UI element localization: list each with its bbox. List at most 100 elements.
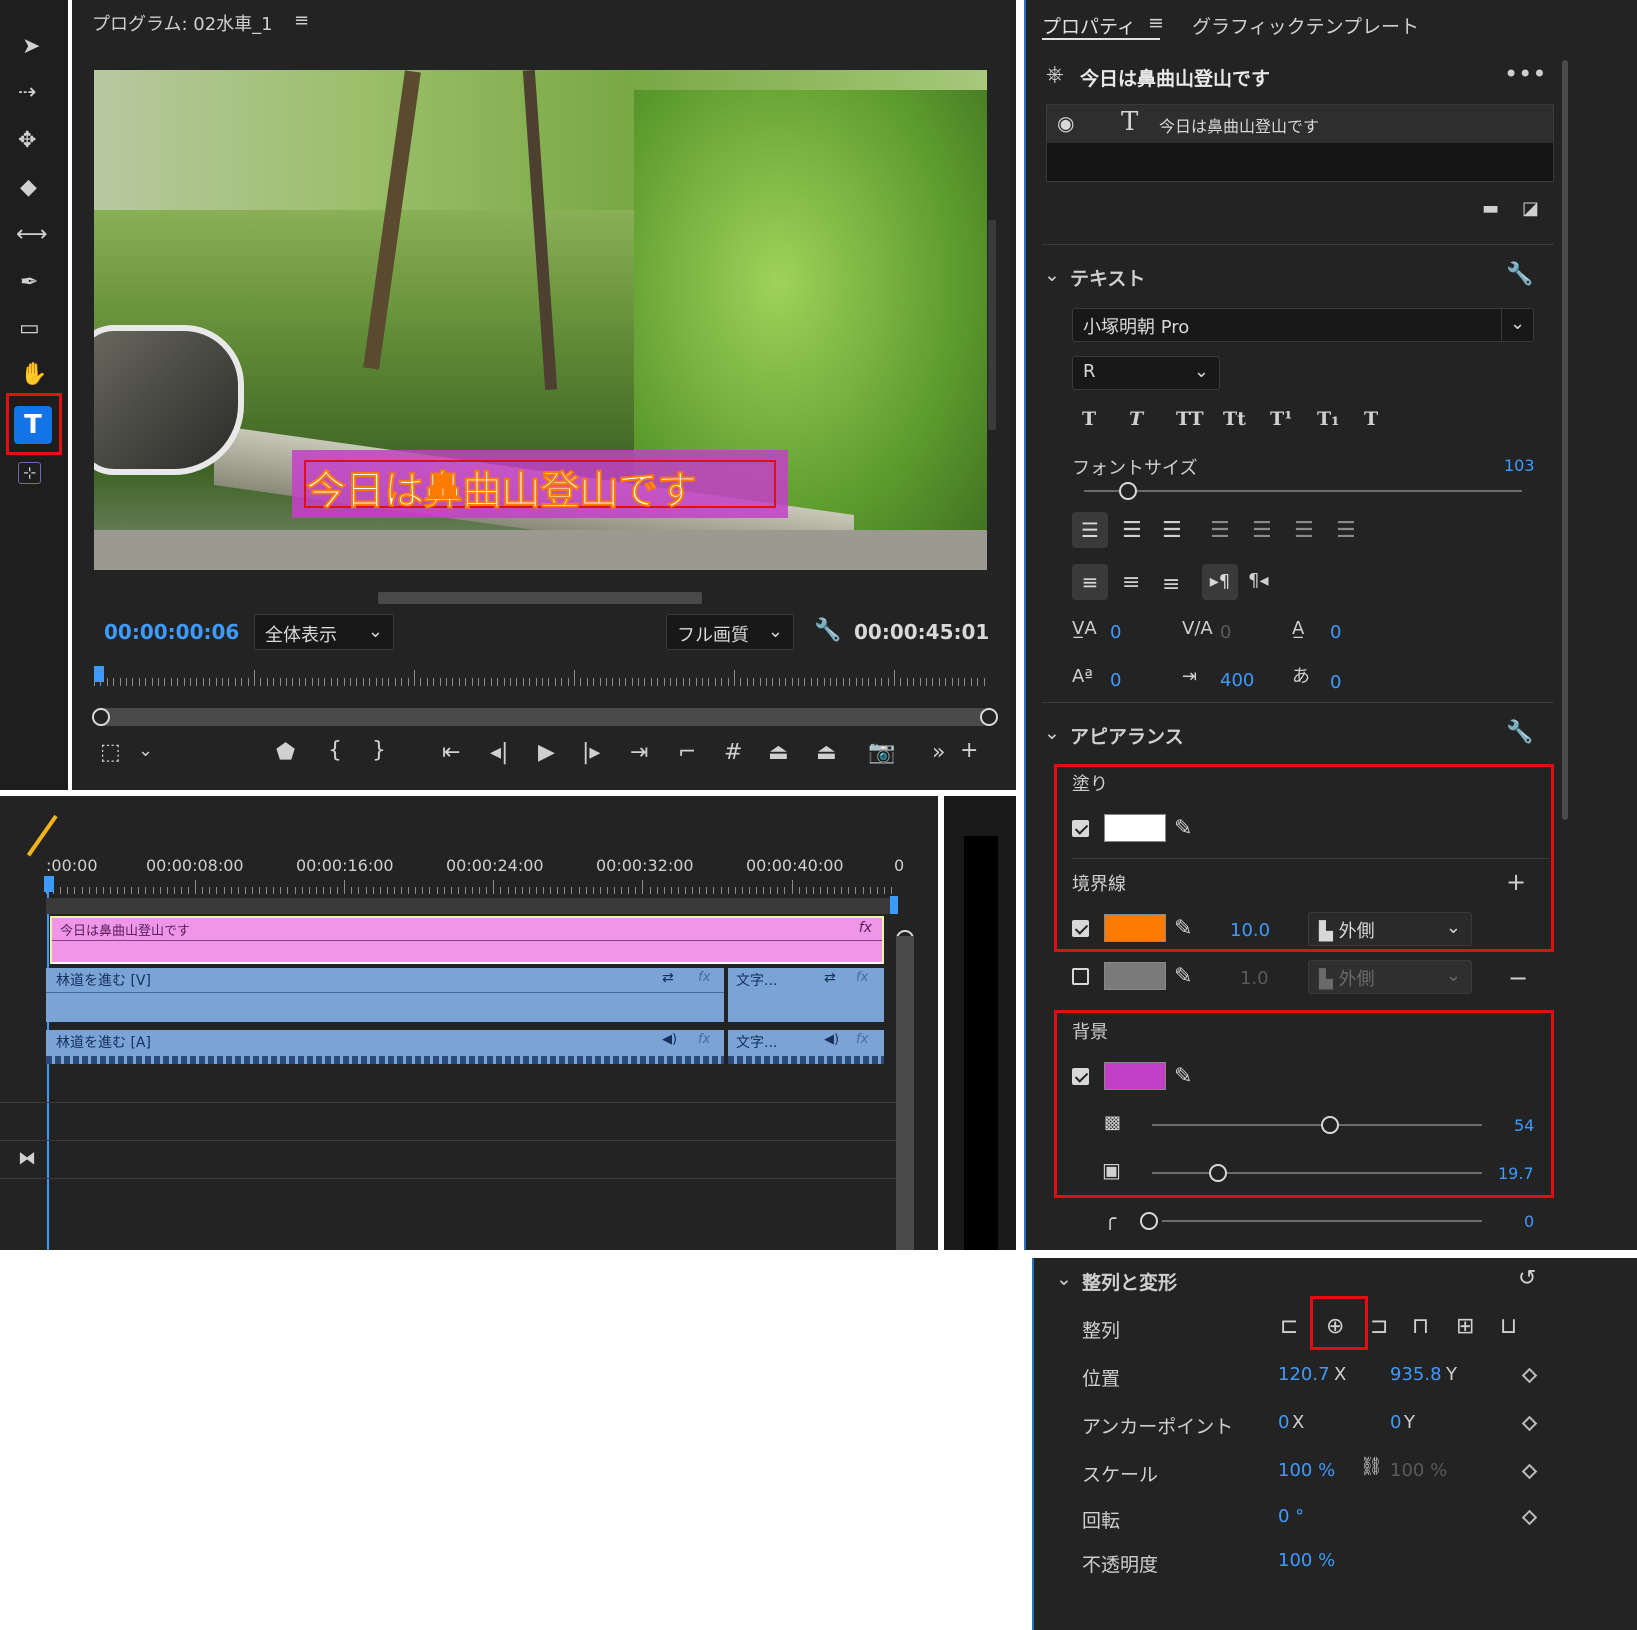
font-size-slider-track[interactable] (1084, 490, 1522, 492)
scale-value[interactable]: 100 % (1278, 1460, 1335, 1481)
tab-graphics-template[interactable]: グラフィックテンプレート (1192, 12, 1419, 39)
eyedropper-icon[interactable]: ✎ (1174, 818, 1192, 840)
button-icon[interactable]: ⌐ (678, 742, 696, 764)
corner-radius-slider-knob[interactable] (1140, 1212, 1158, 1230)
new-layer-icon[interactable]: ◪ (1522, 200, 1539, 218)
step-back-icon[interactable]: ◂| (490, 742, 508, 764)
align-bottom-edges-icon[interactable]: ⊔ (1500, 1316, 1517, 1338)
audio-clip-2[interactable]: 文字... ◀) fx (728, 1030, 884, 1064)
tab-width-value[interactable]: 400 (1220, 670, 1254, 691)
corner-radius-slider-track[interactable] (1162, 1220, 1482, 1222)
video-clip-2[interactable]: 文字... ⇄ fx (728, 968, 884, 1022)
monitor-vertical-scrollbar[interactable] (988, 220, 996, 430)
zoom-bar-start-handle[interactable] (92, 708, 110, 726)
align-bottom-icon[interactable]: ≡ (1162, 574, 1180, 596)
align-right-edges-icon[interactable]: ⊐ (1370, 1316, 1388, 1338)
scale-value-2[interactable]: 100 % (1390, 1460, 1447, 1481)
font-size-slider-knob[interactable] (1118, 482, 1137, 500)
justify-all-icon[interactable]: ☰ (1336, 520, 1356, 542)
ltr-button[interactable]: ▸¶ (1202, 564, 1238, 600)
video-clip[interactable]: 林道を進む [V] ⇄ fx (46, 968, 724, 1022)
font-style-select[interactable]: R ⌄ (1072, 356, 1220, 390)
add-button-icon[interactable]: + (960, 740, 978, 762)
align-left-button[interactable]: ☰ (1072, 512, 1108, 548)
bg-opacity-slider-track[interactable] (1152, 1124, 1482, 1126)
mark-out-icon[interactable]: } (372, 740, 386, 762)
stroke2-checkbox[interactable] (1072, 968, 1089, 985)
align-vertical-center-icon[interactable]: ⊞ (1456, 1316, 1474, 1338)
lift-icon[interactable]: ⏏ (768, 742, 789, 764)
stroke-position-select[interactable]: ▙ 外側 ⌄ (1308, 912, 1472, 946)
reset-icon[interactable]: ↺ (1518, 1268, 1536, 1290)
stroke-width-value[interactable]: 10.0 (1230, 920, 1270, 941)
slip-tool-icon[interactable]: ⟷ (16, 224, 48, 246)
step-forward-icon[interactable]: |▸ (582, 742, 600, 764)
font-size-value[interactable]: 103 (1504, 456, 1535, 475)
timeline-zoom-icon[interactable]: ⧓ (18, 1150, 36, 1168)
quality-select[interactable]: フル画質 ⌄ (666, 614, 794, 650)
work-area-bar[interactable] (46, 898, 896, 914)
stroke-color-swatch[interactable] (1104, 914, 1166, 942)
fill-color-swatch[interactable] (1104, 814, 1166, 842)
font-family-select[interactable]: 小塚明朝 Pro ⌄ (1072, 308, 1534, 342)
timeline-ruler[interactable] (46, 878, 896, 894)
bg-opacity-value[interactable]: 54 (1514, 1116, 1534, 1135)
bg-size-slider-knob[interactable] (1209, 1164, 1227, 1182)
monitor-playhead[interactable] (94, 666, 104, 682)
eyedropper-icon[interactable]: ✎ (1174, 918, 1192, 940)
ripple-edit-tool-icon[interactable]: ✥ (18, 130, 36, 152)
eyedropper-icon[interactable]: ✎ (1174, 1066, 1192, 1088)
link-chain-icon[interactable]: ⛓ (1360, 1458, 1383, 1476)
more-controls-icon[interactable]: » (932, 742, 945, 764)
position-y-value[interactable]: 935.8 (1390, 1364, 1442, 1385)
chevron-down-icon[interactable]: ⌄ (1044, 264, 1060, 286)
justify-last-left-icon[interactable]: ☰ (1210, 520, 1230, 542)
play-icon[interactable]: ▶ (538, 742, 555, 764)
track-select-tool-icon[interactable]: ⇢ (18, 82, 36, 104)
rtl-icon[interactable]: ¶◂ (1248, 572, 1269, 590)
selection-tool-icon[interactable]: ➤ (22, 36, 40, 58)
keyframe-diamond-icon[interactable] (1521, 1415, 1538, 1432)
align-middle-icon[interactable]: ≡ (1122, 572, 1140, 594)
graphic-clip[interactable]: 今日は鼻曲山登山です fx (50, 916, 884, 964)
export-frame-icon[interactable]: 📷 (868, 742, 895, 764)
text-style-button-2[interactable]: TT (1176, 408, 1204, 430)
justify-last-center-icon[interactable]: ☰ (1252, 520, 1272, 542)
align-top-edges-icon[interactable]: ⊓ (1412, 1316, 1429, 1338)
fill-checkbox[interactable] (1072, 820, 1089, 837)
timeline-playhead-marker[interactable] (44, 876, 54, 892)
keyframe-diamond-icon[interactable] (1521, 1367, 1538, 1384)
layer-row[interactable]: ◉ T 今日は鼻曲山登山です (1047, 105, 1553, 143)
text-style-button-5[interactable]: T₁ (1317, 408, 1339, 430)
background-checkbox[interactable] (1072, 1068, 1089, 1085)
stroke-checkbox[interactable] (1072, 920, 1089, 937)
mark-in-icon[interactable]: { (328, 740, 342, 762)
rotation-value[interactable]: 0 ° (1278, 1506, 1304, 1527)
text-style-button-1[interactable]: T (1129, 408, 1143, 430)
remove-stroke-icon[interactable]: − (1508, 964, 1528, 992)
align-left-edges-icon[interactable]: ⊏ (1280, 1316, 1298, 1338)
keyframe-diamond-icon[interactable] (1521, 1509, 1538, 1526)
hand-tool-icon[interactable]: ✋ (20, 364, 47, 386)
justify-last-right-icon[interactable]: ☰ (1294, 520, 1314, 542)
panel-menu-icon[interactable]: ≡ (294, 10, 309, 31)
kerning-value[interactable]: 0 (1110, 622, 1121, 643)
eye-icon[interactable]: ◉ (1057, 111, 1074, 135)
text-style-button-3[interactable]: Tt (1223, 408, 1246, 430)
anchor-y-value[interactable]: 0 (1390, 1412, 1401, 1433)
chevron-down-icon[interactable]: ⌄ (1044, 722, 1060, 744)
tracking-value[interactable]: 0 (1220, 622, 1231, 643)
stroke2-color-swatch[interactable] (1104, 962, 1166, 990)
position-x-value[interactable]: 120.7 (1278, 1364, 1330, 1385)
work-area-end[interactable] (890, 896, 898, 914)
bg-size-value[interactable]: 19.7 (1498, 1164, 1534, 1183)
chevron-down-icon[interactable]: ⌄ (138, 742, 153, 760)
extract-icon[interactable]: ⏏ (816, 742, 837, 764)
wrench-icon[interactable]: 🔧 (1506, 722, 1533, 744)
align-top-button[interactable]: ≡ (1072, 564, 1108, 600)
text-style-button-0[interactable]: T (1082, 408, 1096, 430)
leading-value[interactable]: 0 (1330, 622, 1341, 643)
background-color-swatch[interactable] (1104, 1062, 1166, 1090)
stroke2-position-select[interactable]: ▙ 外側 ⌄ (1308, 960, 1472, 994)
more-options-icon[interactable]: ••• (1504, 60, 1546, 88)
